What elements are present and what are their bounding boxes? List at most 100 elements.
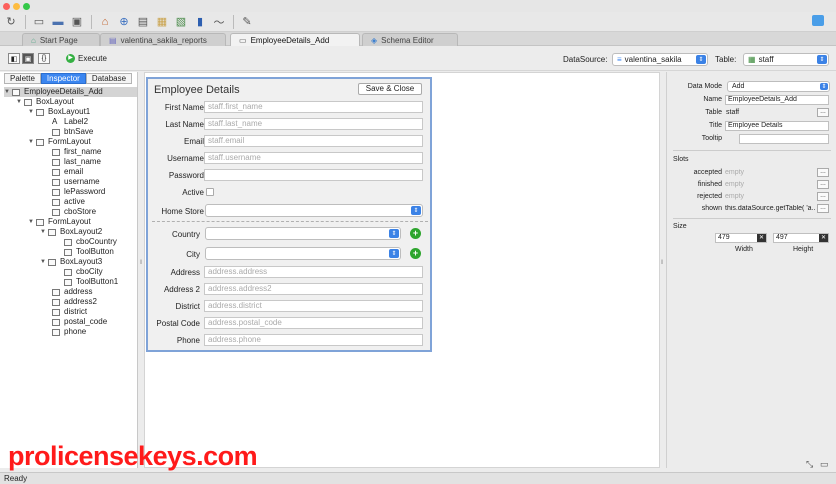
tree-item[interactable]: ▼ FormLayout xyxy=(28,137,91,147)
slot-edit-button[interactable]: … xyxy=(817,168,829,177)
save-close-button[interactable]: Save & Close xyxy=(358,83,422,95)
divider xyxy=(673,150,831,151)
tree-item[interactable]: phone xyxy=(44,327,86,337)
username-field[interactable]: staff.username xyxy=(204,152,423,164)
close-window-button[interactable] xyxy=(3,3,10,10)
home-icon: ⌂ xyxy=(31,35,36,45)
tree-item[interactable]: last_name xyxy=(44,157,101,167)
save-icon[interactable]: ▣ xyxy=(70,15,84,29)
clear-icon[interactable]: ✕ xyxy=(757,234,766,242)
table-value: staff xyxy=(758,55,774,64)
tab-start-page[interactable]: ⌂ Start Page xyxy=(22,33,100,46)
book-icon[interactable]: ▮ xyxy=(193,15,207,29)
chat-icon[interactable] xyxy=(812,15,824,26)
layout-center-icon[interactable]: ▣ xyxy=(22,53,34,64)
first-name-field[interactable]: staff.first_name xyxy=(204,101,423,113)
tree-item[interactable]: ▼ BoxLayout2 xyxy=(40,227,102,237)
password-field[interactable] xyxy=(204,169,423,181)
tab-palette[interactable]: Palette xyxy=(4,73,41,84)
tab-schema-editor[interactable]: ◈ Schema Editor xyxy=(362,33,458,46)
toolbar-separator xyxy=(91,14,92,29)
splitter-handle[interactable]: ‖ xyxy=(661,260,663,266)
tab-database[interactable]: Database xyxy=(85,73,133,84)
datasource-value: valentina_sakila xyxy=(624,55,682,64)
slot-edit-button[interactable]: … xyxy=(817,204,829,213)
width-label: Width xyxy=(735,246,753,253)
tree-item[interactable]: ToolButton xyxy=(56,247,114,257)
datasource-select[interactable]: ≡ valentina_sakila ⇕ xyxy=(612,53,708,66)
watermark-text: prolicensekeys.com xyxy=(8,441,258,471)
zoom-window-button[interactable] xyxy=(23,3,30,10)
slot-edit-button[interactable]: … xyxy=(817,192,829,201)
tree-item[interactable]: btnSave xyxy=(44,127,93,137)
tree-item[interactable]: postal_code xyxy=(44,317,107,327)
tree-item[interactable]: ▼ FormLayout xyxy=(28,217,91,227)
minimize-window-button[interactable] xyxy=(13,3,20,10)
layout-left-icon[interactable]: ◧ xyxy=(8,53,20,64)
height-label: Height xyxy=(793,246,814,253)
tree-item[interactable]: address2 xyxy=(44,297,97,307)
address-field[interactable]: address.address xyxy=(204,266,423,278)
execute-button[interactable]: Execute xyxy=(78,54,107,63)
tab-inspector[interactable]: Inspector xyxy=(40,73,86,84)
database-icon[interactable]: ▤ xyxy=(136,15,150,29)
label-icon: A xyxy=(52,117,58,126)
splitter-handle[interactable]: ‖ xyxy=(140,260,142,266)
tree-item[interactable]: cboCity xyxy=(56,267,103,277)
tooltip-field[interactable] xyxy=(739,134,829,144)
employee-form[interactable]: Employee Details Save & Close First Name… xyxy=(146,77,432,352)
code-view-icon[interactable]: {} xyxy=(38,53,50,64)
tab-reports[interactable]: ▤ valentina_sakila_reports xyxy=(100,33,226,46)
title-field[interactable]: Employee Details xyxy=(725,121,829,131)
postal-code-field[interactable]: address.postal_code xyxy=(204,317,423,329)
phone-field[interactable]: address.phone xyxy=(204,334,423,346)
search-icon[interactable]: ⊕ xyxy=(117,15,131,29)
resize-icon[interactable]: ⤡ xyxy=(806,459,813,470)
tree-item[interactable]: cboCountry xyxy=(56,237,117,247)
tree-item[interactable]: address xyxy=(44,287,92,297)
address2-field[interactable]: address.address2 xyxy=(204,283,423,295)
active-checkbox[interactable] xyxy=(206,188,214,196)
tree-item[interactable]: email xyxy=(44,167,83,177)
tree-item[interactable]: ▼ BoxLayout1 xyxy=(28,107,90,117)
home-store-select[interactable]: ⇕ xyxy=(205,204,423,217)
table-select[interactable]: ▦ staff ⇕ xyxy=(743,53,829,66)
tree-item[interactable]: ▼ BoxLayout xyxy=(16,97,74,107)
tree-item[interactable]: cboStore xyxy=(44,207,96,217)
tree-item[interactable]: active xyxy=(44,197,85,207)
database-icon: ≡ xyxy=(617,55,622,64)
new-file-icon[interactable]: ▭ xyxy=(32,15,46,29)
district-field[interactable]: address.district xyxy=(204,300,423,312)
activity-icon[interactable]: 〜 xyxy=(212,15,226,29)
tree-item[interactable]: ▼ EmployeeDetails_Add xyxy=(4,87,137,97)
sql-icon[interactable]: ▦ xyxy=(155,15,169,29)
last-name-field[interactable]: staff.last_name xyxy=(204,118,423,130)
execute-icon[interactable]: ▶ xyxy=(66,54,75,63)
slot-edit-button[interactable]: … xyxy=(817,180,829,189)
open-folder-icon[interactable]: ▬ xyxy=(51,15,65,29)
query-icon[interactable]: ▧ xyxy=(174,15,188,29)
brush-icon[interactable]: ✎ xyxy=(240,15,254,29)
name-field[interactable]: EmployeeDetails_Add xyxy=(725,95,829,105)
tree-item[interactable]: username xyxy=(44,177,100,187)
home-icon[interactable]: ⌂ xyxy=(98,15,112,29)
report-icon: ▤ xyxy=(109,35,117,45)
tree-item[interactable]: first_name xyxy=(44,147,101,157)
email-field[interactable]: staff.email xyxy=(204,135,423,147)
add-city-icon[interactable]: + xyxy=(410,248,421,259)
add-country-icon[interactable]: + xyxy=(410,228,421,239)
tree-item[interactable]: ▼ BoxLayout3 xyxy=(40,257,102,267)
city-select[interactable]: ⇕ xyxy=(205,247,401,260)
panel-icon[interactable]: ▭ xyxy=(820,459,829,470)
form-icon: ▭ xyxy=(239,35,247,45)
tree-item[interactable]: ToolButton1 xyxy=(56,277,118,287)
tree-item[interactable]: A Label2 xyxy=(44,117,88,127)
reload-icon[interactable]: ↻ xyxy=(4,15,18,29)
tree-item[interactable]: lePassword xyxy=(44,187,105,197)
tab-employee-details-add[interactable]: ▭ EmployeeDetails_Add xyxy=(230,33,360,46)
data-mode-select[interactable]: Add ⇕ xyxy=(727,81,830,92)
browse-button[interactable]: … xyxy=(817,108,829,117)
clear-icon[interactable]: ✕ xyxy=(819,234,828,242)
tree-item[interactable]: district xyxy=(44,307,87,317)
country-select[interactable]: ⇕ xyxy=(205,227,401,240)
